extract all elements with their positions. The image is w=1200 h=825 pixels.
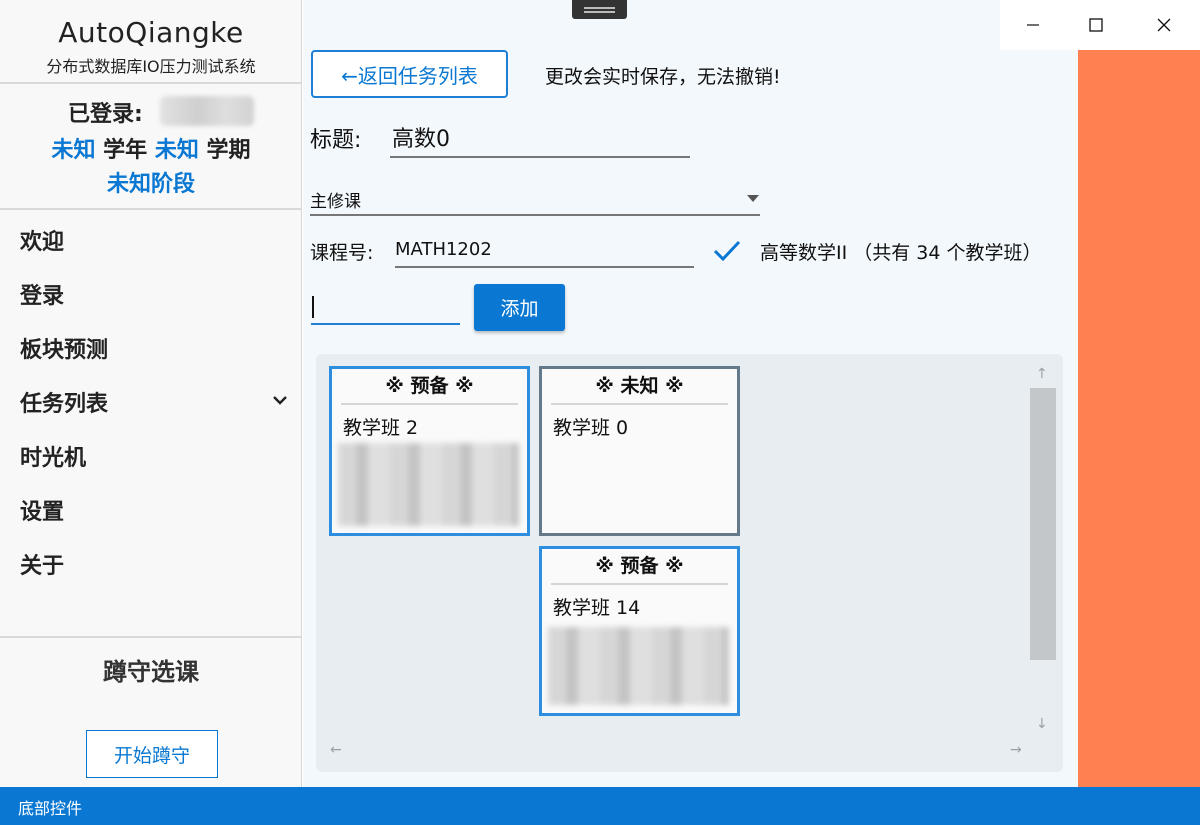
username-redacted [160,96,254,126]
card-class-name: 教学班 0 [553,417,629,439]
class-card[interactable]: ※ 预备 ※ 教学班 14 [539,546,740,716]
chevron-down-icon[interactable] [270,390,290,410]
nav-item-login[interactable]: 登录 [20,278,64,310]
sidebar-divider [0,636,302,638]
accent-strip [1078,50,1200,787]
check-icon [713,240,741,262]
autosave-notice: 更改会实时保存，无法撤销! [545,66,781,88]
card-class-name: 教学班 14 [553,597,641,619]
status-bar: 底部控件 [0,787,1200,825]
back-to-task-list-button[interactable]: ←返回任务列表 [311,50,508,98]
scroll-left-icon[interactable]: ← [330,742,342,758]
nav-item-settings[interactable]: 设置 [20,494,64,526]
class-card[interactable]: ※ 未知 ※ 教学班 0 [539,366,740,536]
card-status: ※ 预备 ※ [385,375,474,397]
start-watch-button[interactable]: 开始蹲守 [86,730,218,778]
nav-item-about[interactable]: 关于 [20,548,64,580]
sidebar: AutoQiangke 分布式数据库IO压力测试系统 已登录: 未知 学年 未知… [0,0,302,787]
card-divider [551,583,728,585]
scroll-down-icon[interactable]: ↓ [1036,716,1048,732]
text-caret [312,296,314,318]
sidebar-divider [0,208,302,210]
scrollbar-thumb[interactable] [1030,388,1056,660]
title-label: 标题: [310,128,362,153]
nav-item-block-prediction[interactable]: 板块预测 [20,332,108,364]
term-info: 未知 学年 未知 学期 [0,132,302,164]
course-number-label: 课程号: [310,242,374,264]
class-card[interactable]: ※ 预备 ※ 教学班 2 [329,366,530,536]
scroll-right-icon[interactable]: → [1010,742,1022,758]
app-title: AutoQiangke [58,16,244,49]
card-divider [551,403,728,405]
login-label: 已登录: [68,102,143,127]
term-value: 未知 [154,138,199,163]
card-details-redacted [548,627,729,705]
card-divider [341,403,518,405]
class-number-input[interactable] [311,290,460,325]
nav-item-welcome[interactable]: 欢迎 [20,224,64,256]
card-class-name: 教学班 2 [343,417,419,439]
course-type-select[interactable]: 主修课 [310,180,760,216]
close-icon[interactable] [1131,0,1197,50]
window-controls [1000,0,1200,50]
minimize-icon[interactable] [1000,0,1066,50]
app-subtitle: 分布式数据库IO压力测试系统 [46,57,256,76]
status-text: 底部控件 [18,799,83,818]
stage-value: 未知阶段 [106,172,195,197]
sidebar-divider [0,82,302,84]
card-status: ※ 预备 ※ [595,555,684,577]
year-value: 未知 [51,138,96,163]
title-input[interactable] [390,118,690,158]
nav-item-time-machine[interactable]: 时光机 [20,440,86,472]
course-info: 高等数学II （共有 34 个教学班） [760,242,1042,264]
term-suffix: 学期 [206,138,251,163]
card-status: ※ 未知 ※ [595,375,684,397]
maximize-icon[interactable] [1063,0,1129,50]
nav-item-task-list[interactable]: 任务列表 [20,386,108,418]
dropdown-caret-icon[interactable] [747,195,759,202]
course-number-input[interactable] [395,232,694,268]
add-button[interactable]: 添加 [474,284,565,331]
panel-title: 蹲守选课 [103,658,199,686]
scroll-up-icon[interactable]: ↑ [1036,366,1048,382]
year-suffix: 学年 [103,138,148,163]
drag-handle[interactable] [572,0,627,19]
card-details-redacted [338,443,519,526]
